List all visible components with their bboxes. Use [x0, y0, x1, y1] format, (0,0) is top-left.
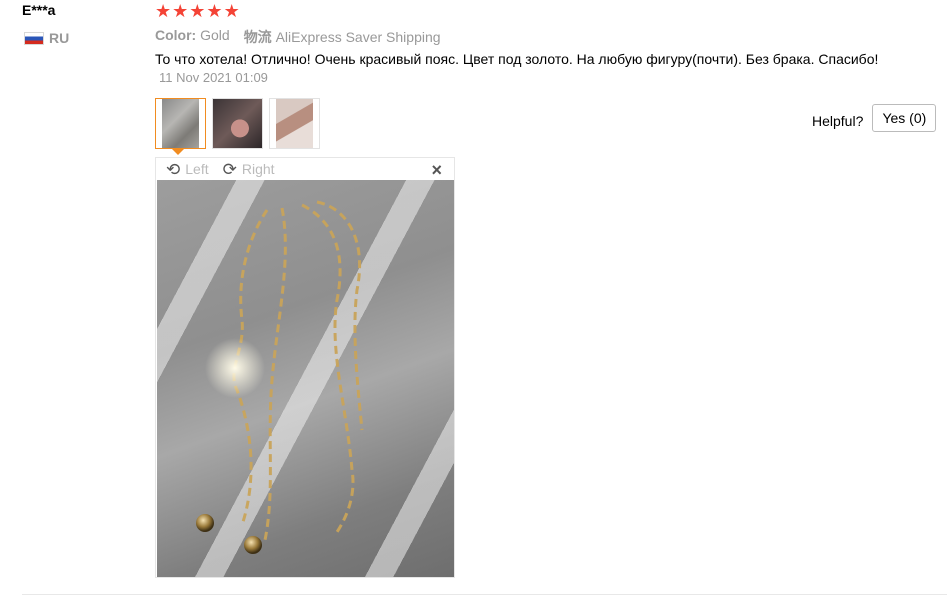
star-icon: ★ [189, 1, 206, 21]
active-thumbnail-pointer [171, 148, 185, 155]
rotate-left-label: Left [185, 161, 209, 177]
viewer-toolbar: ⟲ Left ⟳ Right × [156, 158, 454, 180]
country-code: RU [49, 30, 70, 46]
gold-chain-belt-photo [196, 200, 364, 554]
reviewer-name: E***a [22, 2, 56, 18]
close-icon[interactable]: × [431, 160, 442, 181]
star-rating: ★ ★ ★ ★ ★ [155, 1, 240, 21]
helpful-label: Helpful? [812, 113, 864, 129]
reviewer-country: RU [24, 30, 69, 46]
star-icon: ★ [155, 1, 172, 21]
helpful-yes-button[interactable]: Yes (0) [872, 104, 937, 132]
photo-thumbnails [155, 98, 320, 149]
star-icon: ★ [172, 1, 189, 21]
review-item: E***a RU ★ ★ ★ ★ ★ Color: Gold 物流 AliExp… [0, 0, 947, 597]
photo-thumbnail[interactable] [269, 98, 320, 149]
review-meta: Color: Gold 物流 AliExpress Saver Shipping [155, 27, 441, 47]
shipping-label: 物流 [243, 29, 272, 45]
star-icon: ★ [223, 1, 240, 21]
rotate-right-label: Right [241, 161, 275, 177]
shipping-info: 物流 AliExpress Saver Shipping [244, 27, 441, 47]
photo-thumbnail-image [213, 99, 262, 148]
rotate-left-button[interactable]: ⟲ Left [166, 161, 209, 178]
divider [22, 594, 947, 595]
helpful-section: Helpful? Yes (0) [812, 104, 937, 132]
image-viewer: ⟲ Left ⟳ Right × [155, 157, 455, 578]
rotate-left-icon: ⟲ [166, 159, 181, 179]
sku-info: Color: Gold [155, 27, 230, 47]
photo-thumbnail-image [276, 99, 313, 148]
review-date: 11 Nov 2021 01:09 [159, 70, 268, 85]
photo-thumbnail[interactable] [155, 98, 206, 149]
color-value: Gold [200, 27, 230, 43]
star-icon: ★ [206, 1, 223, 21]
rotate-right-button[interactable]: ⟳ Right [223, 161, 275, 178]
shipping-value: AliExpress Saver Shipping [275, 29, 441, 45]
review-text: То что хотела! Отлично! Очень красивый п… [155, 51, 879, 67]
russia-flag-icon [24, 31, 44, 45]
review-photo [157, 180, 454, 577]
photo-thumbnail[interactable] [212, 98, 263, 149]
color-label: Color: [155, 27, 197, 43]
rotate-right-icon: ⟳ [222, 159, 237, 179]
photo-thumbnail-image [162, 99, 199, 148]
